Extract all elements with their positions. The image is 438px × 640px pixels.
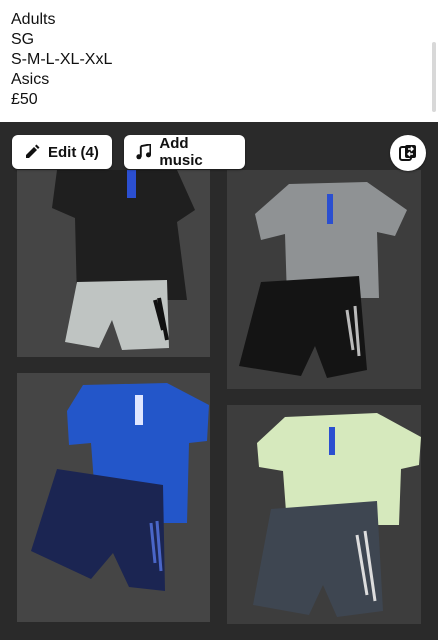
tag-shape — [127, 170, 136, 198]
add-music-button[interactable]: Add music — [124, 135, 245, 169]
music-note-icon — [136, 144, 152, 160]
photo-mint-tshirt-charcoal-shorts[interactable] — [227, 405, 421, 624]
edit-button[interactable]: Edit (4) — [12, 135, 112, 169]
add-music-button-label: Add music — [159, 135, 203, 169]
tag-shape — [135, 395, 143, 425]
photo-blue-tshirt-navy-shorts[interactable] — [17, 373, 210, 622]
post-caption: Adults SG S-M-L-XL-XxL Asics £50 — [0, 0, 438, 122]
tag-shape — [329, 427, 335, 455]
photo-grey-tshirt-black-shorts[interactable] — [227, 170, 421, 389]
outfit-image — [227, 170, 421, 389]
swap-layout-button[interactable] — [390, 135, 426, 171]
outfit-image — [17, 170, 210, 357]
tag-shape — [327, 194, 333, 224]
caption-line-code: SG — [11, 31, 35, 48]
pencil-icon — [26, 144, 40, 158]
caption-line-sizes: S-M-L-XL-XxL — [11, 51, 113, 68]
edit-button-label: Edit (4) — [48, 143, 99, 161]
caption-scrollbar[interactable] — [432, 42, 436, 112]
media-editor: Edit (4) Add music — [0, 122, 438, 640]
caption-line-audience: Adults — [11, 11, 56, 28]
outfit-image — [227, 405, 421, 624]
outfit-image — [17, 373, 210, 622]
photo-black-tshirt-grey-shorts[interactable] — [17, 170, 210, 357]
shuffle-cards-icon — [399, 145, 416, 161]
caption-line-price: £50 — [11, 91, 38, 108]
caption-line-brand: Asics — [11, 71, 50, 88]
